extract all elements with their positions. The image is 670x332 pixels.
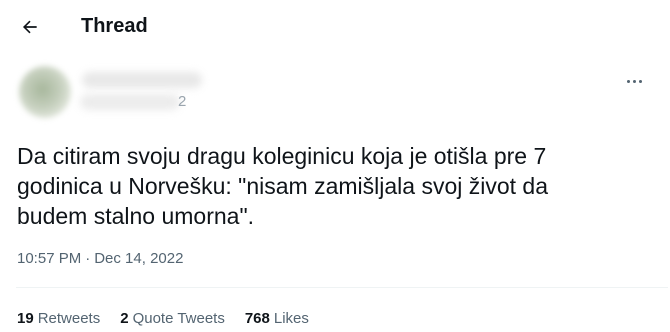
tweet-timestamp[interactable]: 10:57 PM · Dec 14, 2022 [17, 249, 183, 269]
avatar[interactable] [19, 66, 71, 118]
quote-tweets-stat[interactable]: 2 Quote Tweets [120, 309, 225, 329]
more-horizontal-icon [626, 79, 642, 83]
meta-separator: · [85, 250, 91, 267]
page-title: Thread [81, 15, 148, 37]
thread-header: Thread [0, 0, 670, 53]
tweet-time[interactable]: 10:57 PM [17, 250, 81, 267]
author-handle-redacted [80, 94, 180, 110]
arrow-left-icon [22, 20, 37, 34]
back-button[interactable] [16, 13, 44, 41]
retweets-count: 19 [17, 310, 34, 327]
likes-count: 768 [244, 310, 270, 327]
author-name-redacted[interactable] [82, 72, 202, 88]
retweets-stat[interactable]: 19 Retweets [17, 309, 100, 329]
tweet-stats: 19 Retweets 2 Quote Tweets 768 Likes [17, 309, 309, 329]
more-options-button[interactable] [616, 66, 652, 96]
likes-stat[interactable]: 768 Likes [245, 309, 309, 329]
tweet-text: Da citiram svoju dragu koleginicu koja j… [17, 143, 548, 229]
divider [16, 287, 668, 288]
author-handle-suffix: 2 [178, 93, 187, 110]
tweet-author: 2 [16, 64, 636, 120]
quote-tweets-label: Quote Tweets [132, 310, 225, 327]
quote-tweets-count: 2 [120, 310, 129, 327]
retweets-label: Retweets [37, 310, 101, 327]
tweet-date[interactable]: Dec 14, 2022 [94, 250, 183, 267]
likes-label: Likes [273, 310, 309, 327]
